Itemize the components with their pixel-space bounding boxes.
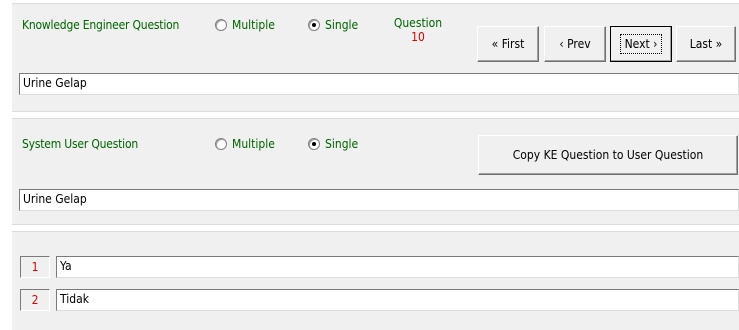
user-radio-single[interactable]: Single xyxy=(308,137,358,151)
prev-button[interactable]: ‹ Prev xyxy=(544,26,606,62)
ke-question-label: Knowledge Engineer Question xyxy=(22,18,180,32)
user-question-input[interactable]: Urine Gelap xyxy=(19,189,739,211)
radio-unchecked-icon xyxy=(215,19,227,31)
radio-checked-icon xyxy=(308,19,320,31)
prev-button-label: ‹ Prev xyxy=(559,37,591,51)
copy-ke-to-user-button[interactable]: Copy KE Question to User Question xyxy=(478,135,738,175)
user-radio-multiple-label: Multiple xyxy=(232,137,275,151)
next-button[interactable]: Next › xyxy=(610,26,672,62)
first-button[interactable]: « First xyxy=(477,26,539,62)
user-question-panel: System User Question Multiple Single Cop… xyxy=(12,118,739,225)
radio-checked-icon xyxy=(308,138,320,150)
next-button-label: Next › xyxy=(619,34,663,54)
ke-question-input[interactable]: Urine Gelap xyxy=(19,73,739,95)
question-label: Question xyxy=(393,16,443,30)
ke-radio-multiple-label: Multiple xyxy=(232,18,275,32)
answer-number: 1 xyxy=(20,256,50,278)
question-counter: Question 10 xyxy=(390,16,446,44)
answers-panel: 1 Ya 2 Tidak xyxy=(12,231,739,330)
question-number: 10 xyxy=(411,30,425,44)
last-button-label: Last » xyxy=(689,37,723,51)
user-radio-single-label: Single xyxy=(325,137,359,151)
answer-input[interactable]: Tidak xyxy=(56,289,739,311)
ke-question-panel: Knowledge Engineer Question Multiple Sin… xyxy=(12,3,739,112)
first-button-label: « First xyxy=(491,37,525,51)
user-radio-multiple[interactable]: Multiple xyxy=(215,137,275,151)
copy-button-label: Copy KE Question to User Question xyxy=(512,148,704,162)
ke-radio-single[interactable]: Single xyxy=(308,18,358,32)
radio-unchecked-icon xyxy=(215,138,227,150)
user-question-label: System User Question xyxy=(22,137,139,151)
last-button[interactable]: Last » xyxy=(676,26,736,62)
ke-radio-single-label: Single xyxy=(325,18,359,32)
ke-radio-multiple[interactable]: Multiple xyxy=(215,18,275,32)
answer-input[interactable]: Ya xyxy=(56,256,739,278)
answer-number: 2 xyxy=(20,289,50,311)
